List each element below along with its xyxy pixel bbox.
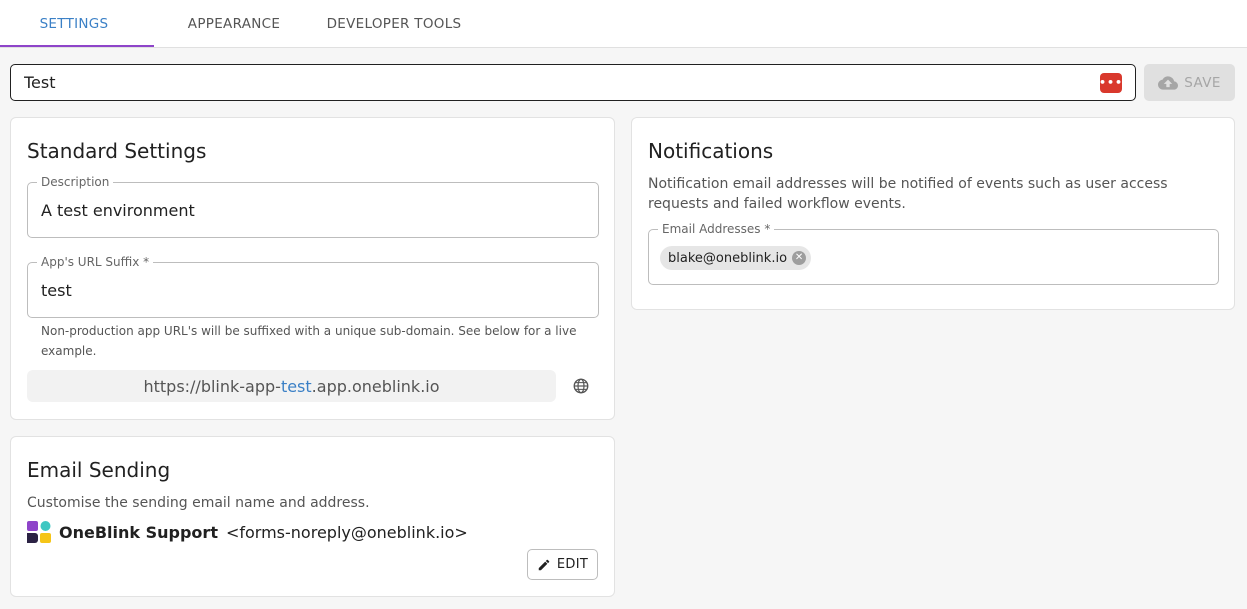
url-suffix-field[interactable]: App's URL Suffix * test — [27, 255, 599, 318]
edit-email-sending-button[interactable]: EDIT — [527, 549, 598, 580]
email-sending-description: Customise the sending email name and add… — [27, 495, 370, 511]
remove-chip-icon[interactable]: ✕ — [792, 251, 807, 265]
save-button-label: SAVE — [1184, 74, 1221, 91]
url-preview: https://blink-app-test .app.oneblink.io — [27, 370, 556, 402]
description-field[interactable]: Description A test environment — [27, 175, 599, 238]
tab-appearance[interactable]: APPEARANCE — [160, 0, 308, 47]
notifications-title: Notifications — [648, 139, 774, 163]
url-domain: .app.oneblink.io — [311, 376, 440, 396]
email-sending-card: Email Sending Customise the sending emai… — [10, 436, 615, 597]
url-prefix: https://blink-app- — [143, 376, 281, 396]
email-addresses-label: Email Addresses * — [658, 222, 775, 236]
edit-button-label: EDIT — [556, 557, 589, 572]
cloud-upload-icon — [1158, 75, 1179, 90]
environment-name-field[interactable]: ••• — [10, 64, 1136, 101]
tab-bar: SETTINGS APPEARANCE DEVELOPER TOOLS — [0, 0, 1247, 48]
email-chip-label: blake@oneblink.io — [668, 250, 788, 266]
tab-settings[interactable]: SETTINGS — [0, 0, 148, 47]
email-sending-title: Email Sending — [27, 458, 171, 482]
pencil-icon — [538, 559, 550, 570]
email-addresses-field[interactable]: Email Addresses * blake@oneblink.io ✕ — [648, 222, 1219, 285]
sender-info: OneBlink Support <forms-noreply@oneblink… — [27, 521, 468, 543]
oneblink-logo — [27, 521, 51, 543]
notifications-card: Notifications Notification email address… — [631, 117, 1235, 310]
environment-name-input[interactable] — [24, 73, 1100, 92]
standard-settings-card: Standard Settings Description A test env… — [10, 117, 615, 420]
url-suffix-value: test — [41, 281, 72, 300]
sender-address: <forms-noreply@oneblink.io> — [225, 522, 468, 542]
standard-settings-title: Standard Settings — [27, 139, 207, 163]
url-suffix-highlight: test — [280, 376, 312, 396]
active-tab-indicator — [0, 45, 154, 47]
sender-name: OneBlink Support — [59, 522, 218, 542]
url-suffix-helper-text: Non-production app URL's will be suffixe… — [41, 324, 577, 358]
description-label: Description — [37, 175, 114, 189]
description-value: A test environment — [41, 201, 195, 220]
password-manager-icon[interactable]: ••• — [1099, 72, 1122, 93]
tab-developer-tools[interactable]: DEVELOPER TOOLS — [318, 0, 470, 47]
globe-icon[interactable] — [572, 377, 590, 395]
notifications-description: Notification email addresses will be not… — [648, 176, 1168, 212]
url-suffix-label: App's URL Suffix * — [37, 255, 154, 269]
save-button[interactable]: SAVE — [1144, 64, 1235, 101]
email-chip: blake@oneblink.io ✕ — [660, 246, 812, 270]
